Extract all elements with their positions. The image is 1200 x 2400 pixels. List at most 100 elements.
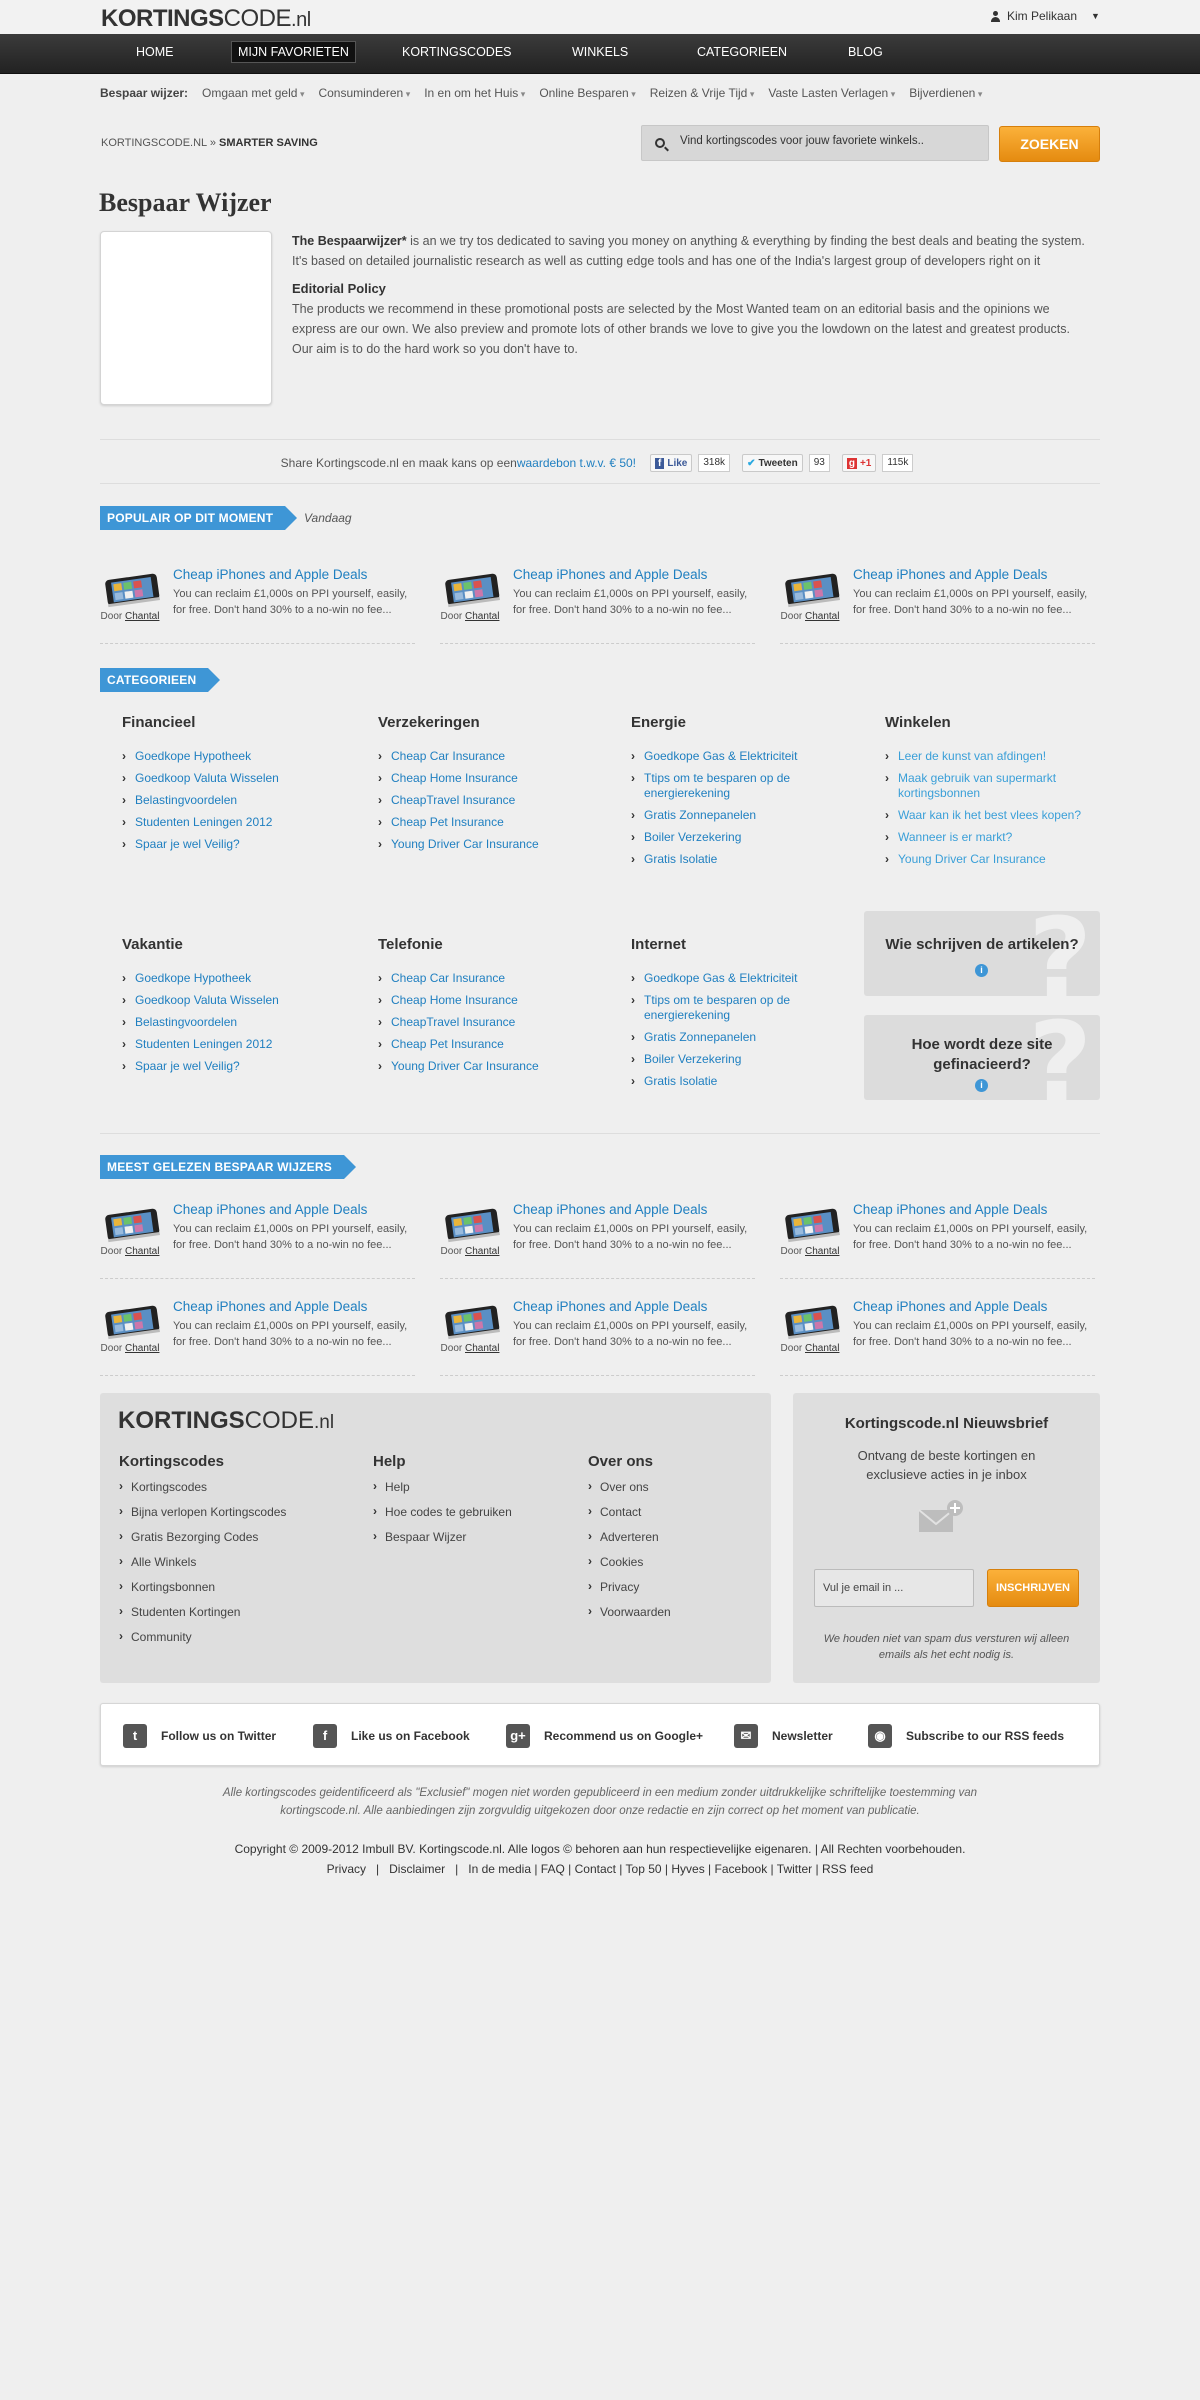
iphone-thumbnail[interactable]	[100, 1299, 160, 1341]
subnav-online-besparen[interactable]: Online Besparen	[539, 86, 635, 100]
footer-bottom-link[interactable]: Top 50	[626, 1862, 662, 1876]
share-prize-link[interactable]: waardebon t.w.v. € 50!	[517, 456, 636, 470]
category-link[interactable]: Young Driver Car Insurance	[378, 837, 598, 852]
site-logo[interactable]: KORTINGSCODE.nl	[101, 5, 311, 33]
footer-bottom-link[interactable]: FAQ	[541, 1862, 565, 1876]
category-link[interactable]: Cheap Car Insurance	[378, 971, 598, 986]
deal-title-link[interactable]: Cheap iPhones and Apple Deals	[853, 567, 1047, 582]
footer-link[interactable]: Adverteren	[588, 1529, 671, 1544]
iphone-thumbnail[interactable]	[100, 1202, 160, 1244]
social-link[interactable]: t Follow us on Twitter	[123, 1724, 276, 1748]
category-link[interactable]: Wanneer is er markt?	[885, 830, 1105, 845]
category-link[interactable]: CheapTravel Insurance	[378, 1015, 598, 1030]
search-input[interactable]	[680, 135, 980, 147]
category-link[interactable]: Young Driver Car Insurance	[378, 1059, 598, 1074]
footer-link[interactable]: Privacy	[588, 1579, 671, 1594]
deal-title-link[interactable]: Cheap iPhones and Apple Deals	[513, 1202, 707, 1217]
subnav-consuminderen[interactable]: Consuminderen	[318, 86, 410, 100]
iphone-thumbnail[interactable]	[780, 1202, 840, 1244]
footer-bottom-link[interactable]: Contact	[575, 1862, 616, 1876]
category-link[interactable]: Goedkope Hypotheek	[122, 749, 342, 764]
footer-bottom-link[interactable]: Facebook	[715, 1862, 768, 1876]
category-link[interactable]: Studenten Leningen 2012	[122, 815, 342, 830]
category-link[interactable]: Young Driver Car Insurance	[885, 852, 1105, 867]
footer-bottom-link[interactable]: Hyves	[671, 1862, 704, 1876]
author-link[interactable]: Chantal	[125, 1246, 159, 1257]
category-link[interactable]: Goedkope Hypotheek	[122, 971, 342, 986]
facebook-like-button[interactable]: f Like	[650, 454, 693, 472]
author-link[interactable]: Chantal	[805, 1343, 839, 1354]
subnav-in-en-om-het-huis[interactable]: In en om het Huis	[424, 86, 525, 100]
nav-kortingscodes[interactable]: KORTINGSCODES	[402, 45, 512, 59]
category-link[interactable]: Gratis Zonnepanelen	[631, 1030, 851, 1045]
category-link[interactable]: Maak gebruik van supermarkt kortingsbonn…	[885, 771, 1105, 801]
category-link[interactable]: Cheap Home Insurance	[378, 993, 598, 1008]
footer-link[interactable]: Community	[119, 1629, 286, 1644]
category-link[interactable]: Spaar je wel Veilig?	[122, 837, 342, 852]
author-link[interactable]: Chantal	[465, 1246, 499, 1257]
nav-blog[interactable]: BLOG	[848, 45, 883, 59]
deal-title-link[interactable]: Cheap iPhones and Apple Deals	[173, 567, 367, 582]
footer-bottom-link[interactable]: Twitter	[777, 1862, 812, 1876]
footer-bottom-link[interactable]: RSS feed	[822, 1862, 873, 1876]
deal-title-link[interactable]: Cheap iPhones and Apple Deals	[853, 1299, 1047, 1314]
footer-link[interactable]: Kortingscodes	[119, 1479, 286, 1494]
category-link[interactable]: Cheap Pet Insurance	[378, 815, 598, 830]
iphone-thumbnail[interactable]	[780, 567, 840, 609]
deal-title-link[interactable]: Cheap iPhones and Apple Deals	[173, 1202, 367, 1217]
tweet-button[interactable]: ✔ Tweeten	[742, 454, 803, 472]
user-menu[interactable]: Kim Pelikaan ▼	[990, 9, 1100, 23]
category-link[interactable]: Goedkoop Valuta Wisselen	[122, 771, 342, 786]
deal-title-link[interactable]: Cheap iPhones and Apple Deals	[173, 1299, 367, 1314]
social-link[interactable]: f Like us on Facebook	[313, 1724, 470, 1748]
category-link[interactable]: Gratis Isolatie	[631, 852, 851, 867]
author-link[interactable]: Chantal	[125, 1343, 159, 1354]
deal-title-link[interactable]: Cheap iPhones and Apple Deals	[513, 567, 707, 582]
deal-title-link[interactable]: Cheap iPhones and Apple Deals	[853, 1202, 1047, 1217]
category-link[interactable]: CheapTravel Insurance	[378, 793, 598, 808]
category-link[interactable]: Spaar je wel Veilig?	[122, 1059, 342, 1074]
iphone-thumbnail[interactable]	[440, 1299, 500, 1341]
subnav-reizen-vrije-tijd[interactable]: Reizen & Vrije Tijd	[650, 86, 755, 100]
author-link[interactable]: Chantal	[465, 611, 499, 622]
author-link[interactable]: Chantal	[465, 1343, 499, 1354]
social-link[interactable]: ◉ Subscribe to our RSS feeds	[868, 1724, 1064, 1748]
category-link[interactable]: Belastingvoordelen	[122, 793, 342, 808]
category-link[interactable]: Ttips om te besparen op de energierekeni…	[631, 993, 851, 1023]
category-link[interactable]: Boiler Verzekering	[631, 1052, 851, 1067]
iphone-thumbnail[interactable]	[440, 1202, 500, 1244]
footer-link[interactable]: Help	[373, 1479, 512, 1494]
iphone-thumbnail[interactable]	[440, 567, 500, 609]
question-box-authors[interactable]: ? Wie schrijven de artikelen? i	[864, 911, 1100, 996]
subnav-vaste-lasten[interactable]: Vaste Lasten Verlagen	[768, 86, 895, 100]
category-link[interactable]: Cheap Home Insurance	[378, 771, 598, 786]
category-link[interactable]: Gratis Zonnepanelen	[631, 808, 851, 823]
social-link[interactable]: ✉ Newsletter	[734, 1724, 833, 1748]
footer-link[interactable]: Contact	[588, 1504, 671, 1519]
category-link[interactable]: Boiler Verzekering	[631, 830, 851, 845]
footer-link[interactable]: Over ons	[588, 1479, 671, 1494]
google-plus-button[interactable]: g +1	[841, 454, 877, 472]
breadcrumb-home[interactable]: KORTINGSCODE.NL	[101, 137, 207, 149]
newsletter-subscribe-button[interactable]: INSCHRIJVEN	[987, 1569, 1079, 1607]
category-link[interactable]: Belastingvoordelen	[122, 1015, 342, 1030]
question-box-financing[interactable]: ? Hoe wordt deze site gefinacieerd? i	[864, 1015, 1100, 1100]
category-link[interactable]: Gratis Isolatie	[631, 1074, 851, 1089]
footer-bottom-link[interactable]: Privacy	[327, 1862, 366, 1876]
category-link[interactable]: Goedkope Gas & Elektriciteit	[631, 749, 851, 764]
newsletter-email-input[interactable]	[814, 1569, 974, 1607]
subnav-omgaan-met-geld[interactable]: Omgaan met geld	[202, 86, 304, 100]
subnav-bijverdienen[interactable]: Bijverdienen	[909, 86, 982, 100]
category-link[interactable]: Goedkope Gas & Elektriciteit	[631, 971, 851, 986]
footer-link[interactable]: Alle Winkels	[119, 1554, 286, 1569]
footer-link[interactable]: Kortingsbonnen	[119, 1579, 286, 1594]
category-link[interactable]: Cheap Car Insurance	[378, 749, 598, 764]
footer-link[interactable]: Bespaar Wijzer	[373, 1529, 512, 1544]
nav-home[interactable]: HOME	[136, 45, 174, 59]
category-link[interactable]: Cheap Pet Insurance	[378, 1037, 598, 1052]
footer-link[interactable]: Studenten Kortingen	[119, 1604, 286, 1619]
category-link[interactable]: Leer de kunst van afdingen!	[885, 749, 1105, 764]
nav-categorieen[interactable]: CATEGORIEEN	[697, 45, 787, 59]
author-link[interactable]: Chantal	[805, 611, 839, 622]
search-button[interactable]: ZOEKEN	[999, 126, 1100, 162]
